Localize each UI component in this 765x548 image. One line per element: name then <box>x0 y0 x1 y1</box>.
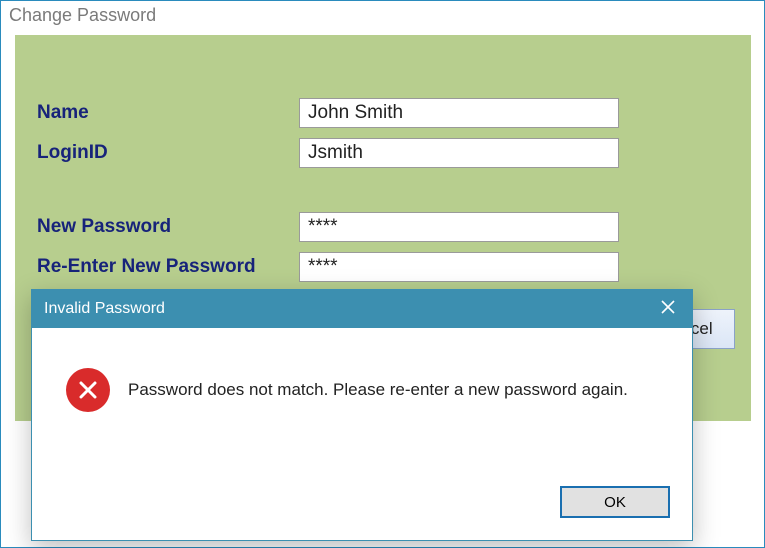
dialog-body: Password does not match. Please re-enter… <box>32 328 692 412</box>
invalid-password-dialog: Invalid Password Password does not match… <box>31 289 693 541</box>
dialog-close-button[interactable] <box>644 290 692 328</box>
loginid-field[interactable] <box>299 138 619 168</box>
ok-button[interactable]: OK <box>560 486 670 518</box>
row-login: LoginID <box>37 137 619 169</box>
dialog-titlebar: Invalid Password <box>32 290 692 328</box>
name-label: Name <box>37 102 299 124</box>
window-title: Change Password <box>1 1 764 32</box>
dialog-message: Password does not match. Please re-enter… <box>128 380 628 400</box>
row-name: Name <box>37 97 619 129</box>
new-password-field[interactable] <box>299 212 619 242</box>
loginid-label: LoginID <box>37 142 299 164</box>
dialog-title: Invalid Password <box>44 300 165 318</box>
reenter-password-label: Re-Enter New Password <box>37 256 299 278</box>
new-password-label: New Password <box>37 216 299 238</box>
dialog-footer: OK <box>560 486 670 518</box>
row-new-password: New Password <box>37 211 619 243</box>
name-field[interactable] <box>299 98 619 128</box>
change-password-window: Change Password Name LoginID New Passwor… <box>0 0 765 548</box>
row-reenter-password: Re-Enter New Password <box>37 251 619 283</box>
close-icon <box>661 300 675 319</box>
error-icon <box>66 368 110 412</box>
reenter-password-field[interactable] <box>299 252 619 282</box>
